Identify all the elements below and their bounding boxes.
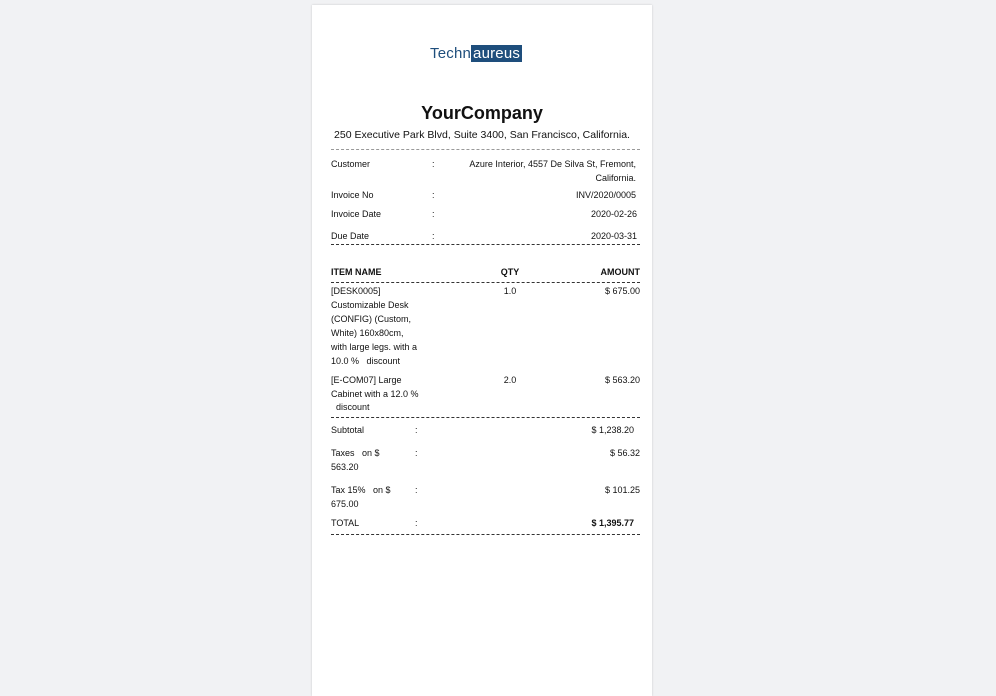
tax15-colon: :	[415, 485, 418, 495]
taxes-colon: :	[415, 448, 418, 458]
logo-text-part2: aureus	[471, 44, 523, 62]
receipt-page: Techn aureus YourCompany 250 Executive Pa…	[312, 5, 652, 696]
customer-label: Customer	[331, 159, 371, 169]
company-address: 250 Executive Park Blvd, Suite 3400, San…	[334, 129, 630, 141]
item-amount: $ 675.00	[604, 286, 640, 296]
invoice-no-label: Invoice No	[331, 190, 374, 200]
item-name-line: [E-COM07] Large	[331, 375, 402, 385]
item-name-line: with large legs. with a	[331, 342, 418, 352]
header-item-name: ITEM NAME	[331, 267, 382, 277]
header-amount: AMOUNT	[600, 267, 641, 277]
due-date-value: 2020-03-31	[590, 231, 637, 241]
item-name-line: Customizable Desk	[331, 300, 409, 310]
divider	[331, 534, 640, 535]
taxes-value: $ 56.32	[609, 448, 640, 458]
item-amount: $ 563.20	[604, 375, 640, 385]
header-qty: QTY	[500, 267, 520, 277]
invoice-date-value: 2020-02-26	[590, 209, 637, 219]
taxes-label-line2: 563.20	[331, 462, 359, 472]
subtotal-label: Subtotal	[331, 425, 365, 435]
divider	[331, 282, 640, 283]
item-name-line: (CONFIG) (Custom,	[331, 314, 411, 324]
item-name-line: White) 160x80cm,	[331, 328, 404, 338]
taxes-label-line1: Taxes on $	[331, 448, 380, 458]
company-name: YourCompany	[421, 103, 543, 123]
subtotal-colon: :	[415, 425, 418, 435]
logo-text-part1: Techn	[430, 44, 472, 62]
total-value: $ 1,395.77	[591, 518, 634, 528]
item-name-line: 10.0 % discount	[331, 356, 401, 366]
tax15-label-line2: 675.00	[331, 499, 359, 509]
customer-colon: :	[432, 159, 435, 169]
tax15-label-line1: Tax 15% on $	[331, 485, 391, 495]
divider	[331, 149, 640, 150]
document-viewer: Techn aureus YourCompany 250 Executive Pa…	[0, 0, 996, 696]
item-name-line: discount	[331, 402, 370, 412]
invoice-no-value: INV/2020/0005	[575, 190, 636, 200]
due-date-colon: :	[432, 231, 435, 241]
customer-value-line1: Azure Interior, 4557 De Silva St, Fremon…	[469, 159, 636, 169]
invoice-date-colon: :	[432, 209, 435, 219]
tax15-value: $ 101.25	[604, 485, 640, 495]
item-qty: 2.0	[503, 375, 517, 385]
divider	[331, 417, 640, 418]
item-name-line: Cabinet with a 12.0 %	[331, 389, 419, 399]
invoice-no-colon: :	[432, 190, 435, 200]
company-logo: Techn aureus	[430, 44, 523, 62]
total-label: TOTAL	[331, 518, 360, 528]
due-date-label: Due Date	[331, 231, 370, 241]
total-colon: :	[415, 518, 418, 528]
item-name-line: [DESK0005]	[331, 286, 381, 296]
customer-value-line2: California.	[595, 173, 636, 183]
invoice-date-label: Invoice Date	[331, 209, 382, 219]
item-qty: 1.0	[503, 286, 517, 296]
subtotal-value: $ 1,238.20	[591, 425, 634, 435]
divider	[331, 244, 640, 245]
